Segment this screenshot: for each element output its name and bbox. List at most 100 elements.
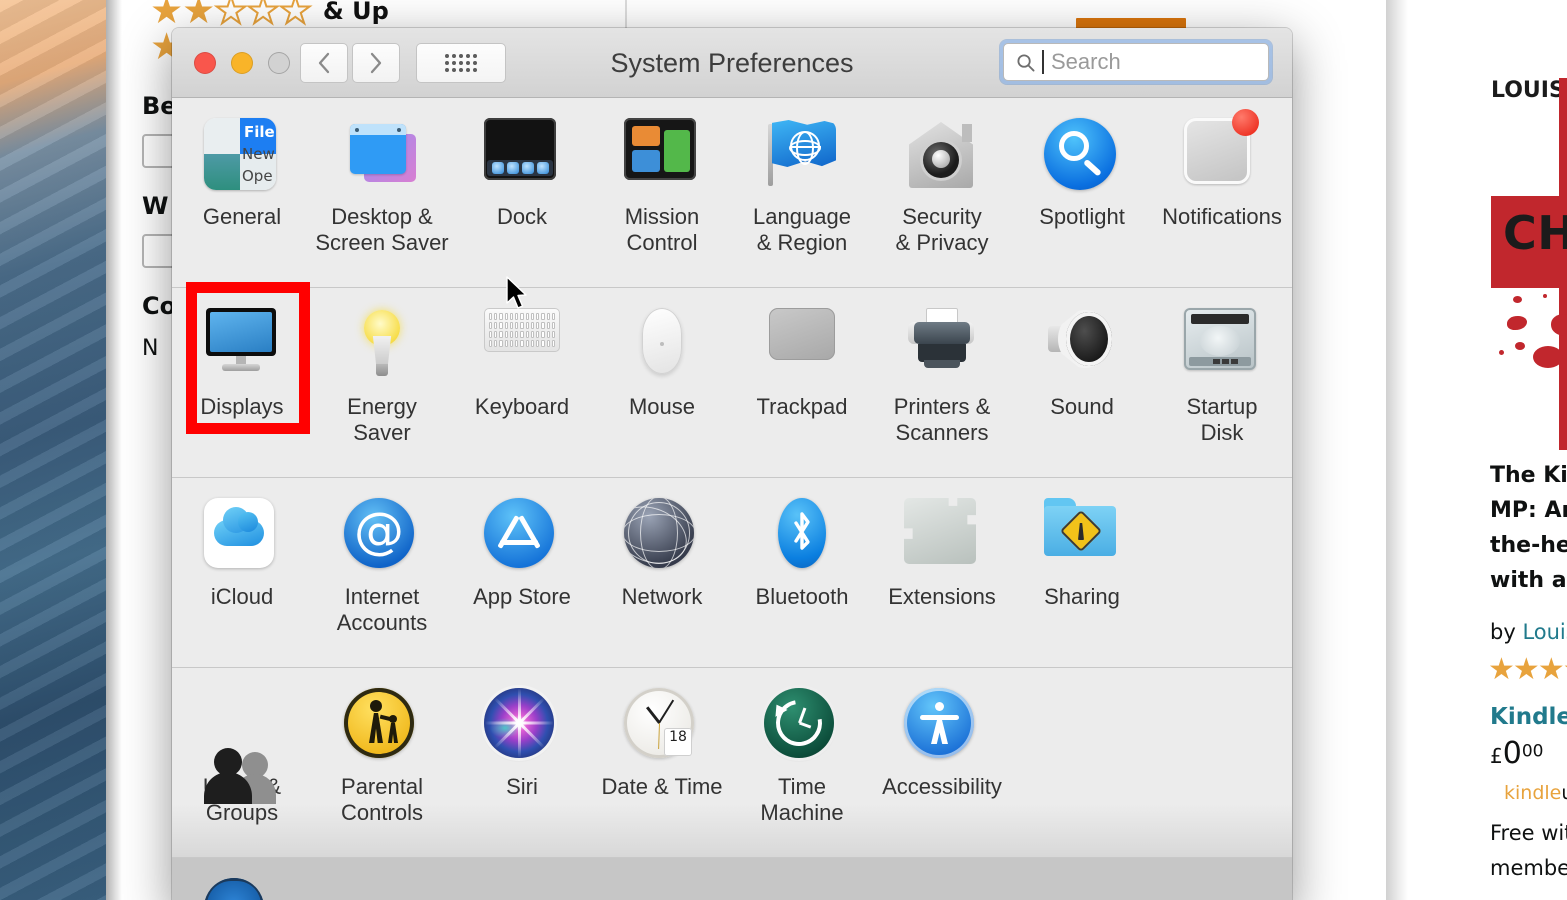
pref-item-internet-accounts[interactable]: @ Internet Accounts bbox=[312, 478, 452, 667]
pref-item-label: Language & Region bbox=[753, 204, 851, 255]
product-byline: by Louise Burfitt- bbox=[1490, 620, 1567, 644]
pref-item-label: Spotlight bbox=[1039, 204, 1125, 229]
mouse-cursor bbox=[505, 276, 531, 317]
price-whole: 0 bbox=[1502, 736, 1522, 771]
printers-scanners-icon bbox=[904, 308, 980, 384]
parental-controls-icon bbox=[344, 688, 420, 764]
mission-control-icon bbox=[624, 118, 700, 194]
pref-item-desktop-screen-saver[interactable]: Desktop & Screen Saver bbox=[312, 98, 452, 287]
pref-item-dock[interactable]: Dock bbox=[452, 98, 592, 287]
desktop-screensaver-icon bbox=[344, 118, 420, 194]
pref-item-empty bbox=[1152, 478, 1292, 667]
pref-item-users-groups[interactable]: Users &Groups bbox=[172, 668, 312, 857]
rating-filter-2-and-up[interactable]: ★ ★ ★ ★ ★ & Up bbox=[150, 0, 389, 31]
blood-splatter bbox=[1515, 342, 1525, 350]
pref-item-label: Notifications bbox=[1162, 204, 1282, 229]
icloud-icon bbox=[204, 498, 280, 574]
partial-icon bbox=[204, 878, 280, 900]
pref-item-spotlight[interactable]: Spotlight bbox=[1012, 98, 1152, 287]
pref-item-time-machine[interactable]: Time Machine bbox=[732, 668, 872, 857]
filter-checkbox[interactable] bbox=[142, 234, 176, 268]
pref-item-label: Security & Privacy bbox=[895, 204, 989, 255]
star-icon: ★ bbox=[182, 0, 215, 31]
pref-item-general[interactable]: File New Ope General bbox=[172, 98, 312, 287]
pref-item-trackpad[interactable]: Trackpad bbox=[732, 288, 872, 477]
byline-prefix: by bbox=[1490, 620, 1523, 644]
pref-item-label: iCloud bbox=[210, 584, 274, 609]
pref-item-label: Mission Control bbox=[624, 204, 700, 255]
pref-item-security-privacy[interactable]: Security & Privacy bbox=[872, 98, 1012, 287]
pref-item-displays[interactable]: Displays bbox=[172, 282, 312, 477]
date-time-icon: 18 bbox=[624, 688, 700, 764]
pref-item-date-time[interactable]: 18 Date & Time bbox=[592, 668, 732, 857]
screen: ★ ★ ★ ★ ★ & Up ★ Be W Co N THE bbox=[0, 0, 1567, 900]
preferences-row: Displays Energy Saver Keyboard Mouse Tra… bbox=[172, 282, 1292, 477]
pref-item-bluetooth[interactable]: Bluetooth bbox=[732, 478, 872, 667]
pref-item-label: Keyboard bbox=[474, 394, 570, 419]
trackpad-icon bbox=[764, 308, 840, 384]
price-currency: £ bbox=[1490, 744, 1503, 768]
product-format-link[interactable]: Kindle Edition bbox=[1490, 704, 1567, 730]
pref-item-label: App Store bbox=[473, 584, 571, 609]
pref-item-label: Accessibility bbox=[882, 774, 1002, 799]
window-titlebar[interactable]: System Preferences Search bbox=[172, 28, 1292, 98]
pref-item-notifications[interactable]: Notifications bbox=[1152, 98, 1292, 287]
pref-item-label: General bbox=[202, 204, 282, 229]
pref-item-extensions[interactable]: Extensions bbox=[872, 478, 1012, 667]
pref-item-siri[interactable]: Siri bbox=[452, 668, 592, 857]
app-store-icon bbox=[484, 498, 560, 574]
product-price: £000 bbox=[1490, 736, 1543, 771]
pref-item-label: Printers & Scanners bbox=[893, 394, 991, 445]
star-icon: ★ bbox=[1512, 653, 1540, 686]
book-cover-image[interactable]: THE KILL OF CHERR M LOUISE BU bbox=[1491, 78, 1567, 450]
preferences-section-3: iCloud @ Internet Accounts App Store Net… bbox=[172, 478, 1292, 668]
calendar-day-number: 18 bbox=[669, 729, 687, 745]
dock-icon bbox=[484, 118, 560, 194]
system-preferences-window[interactable]: System Preferences Search File New Ope G… bbox=[172, 28, 1292, 900]
filter-sub-label: N bbox=[142, 336, 159, 361]
star-icon: ★ bbox=[1537, 653, 1565, 686]
preferences-row: iCloud @ Internet Accounts App Store Net… bbox=[172, 478, 1292, 667]
pref-item-label: Desktop & Screen Saver bbox=[315, 204, 449, 255]
pref-item-label: Network bbox=[621, 584, 703, 609]
product-title[interactable]: The Killing of th MP: An explosiv the-he… bbox=[1490, 458, 1567, 598]
pref-item-mission-control[interactable]: Mission Control bbox=[592, 98, 732, 287]
pref-item-accessibility[interactable]: Accessibility bbox=[872, 668, 1012, 857]
pref-item-label: Startup Disk bbox=[1186, 394, 1258, 445]
pref-item-language-region[interactable]: Language & Region bbox=[732, 98, 872, 287]
search-icon bbox=[1017, 53, 1035, 71]
pref-item-partial[interactable] bbox=[172, 858, 312, 900]
pref-item-label: Bluetooth bbox=[755, 584, 849, 609]
filter-checkbox[interactable] bbox=[142, 134, 176, 168]
product-rating[interactable]: ★ ★ ★ ★ ★ ⌄ 33 bbox=[1488, 655, 1567, 685]
startup-disk-icon bbox=[1184, 308, 1260, 384]
amazon-product-listing: THE KILL OF CHERR M LOUISE BU The Killin… bbox=[1076, 0, 1567, 900]
preferences-section-1: File New Ope General Desktop & Screen Save… bbox=[172, 98, 1292, 288]
blood-splatter bbox=[1551, 314, 1567, 336]
pref-item-sharing[interactable]: Sharing bbox=[1012, 478, 1152, 667]
cover-text-author: LOUISE BU bbox=[1491, 78, 1567, 103]
pref-item-energy-saver[interactable]: Energy Saver bbox=[312, 288, 452, 477]
pref-item-label: Mouse bbox=[628, 394, 696, 419]
pref-item-label: Energy Saver bbox=[347, 394, 417, 445]
blood-splatter bbox=[1513, 296, 1522, 303]
search-input[interactable]: Search bbox=[1003, 43, 1269, 81]
pref-item-parental-controls[interactable]: Parental Controls bbox=[312, 668, 452, 857]
pref-item-printers-scanners[interactable]: Printers & Scanners bbox=[872, 288, 1012, 477]
pref-item-network[interactable]: Network bbox=[592, 478, 732, 667]
pref-item-mouse[interactable]: Mouse bbox=[592, 288, 732, 477]
pref-item-icloud[interactable]: iCloud bbox=[172, 478, 312, 667]
pref-item-label: Trackpad bbox=[756, 394, 848, 419]
pref-item-sound[interactable]: Sound bbox=[1012, 288, 1152, 477]
general-icon: File New Ope bbox=[204, 118, 280, 194]
pref-item-startup-disk[interactable]: Startup Disk bbox=[1152, 288, 1292, 477]
kindle-unlimited-badge: kindleunlimited bbox=[1504, 782, 1567, 804]
author-link[interactable]: Louise Burfitt- bbox=[1522, 620, 1567, 644]
pref-item-label: Time Machine bbox=[760, 774, 844, 825]
search-field-focus-ring: Search bbox=[1000, 40, 1272, 84]
displays-icon bbox=[204, 308, 280, 384]
blood-splatter bbox=[1533, 346, 1563, 368]
star-icon: ★ bbox=[1563, 655, 1567, 685]
pref-item-app-store[interactable]: App Store bbox=[452, 478, 592, 667]
cover-text-cherry: CHERR bbox=[1503, 206, 1567, 260]
